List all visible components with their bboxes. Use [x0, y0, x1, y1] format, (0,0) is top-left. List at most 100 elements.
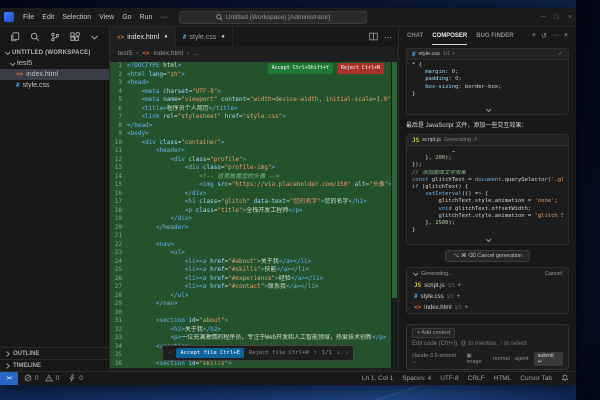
chevron-down-icon: [485, 236, 491, 242]
model-selector[interactable]: claude-3.5-sonnet ⌄: [412, 353, 462, 365]
generating-file-style-css[interactable]: #style.css1/1+: [407, 291, 568, 302]
status-html[interactable]: HTML: [494, 375, 512, 382]
command-center-search[interactable]: Untitled (Workspace) [Administrator]: [179, 11, 367, 24]
line-number: 21: [110, 232, 127, 241]
menu-view[interactable]: View: [95, 8, 118, 27]
history-icon[interactable]: ↺: [541, 32, 547, 40]
code-editor[interactable]: 1<!DOCTYPE html>2<html lang="zh">3<head>…: [110, 60, 398, 371]
breadcrumb[interactable]: test5 › <> index.html › ...: [110, 47, 398, 60]
chevron-down-icon[interactable]: [413, 271, 419, 277]
diff-badge: 1/1: [447, 294, 454, 300]
cancel-generation-button[interactable]: ⌥ ⌘ ⌫ Cancel generation: [445, 250, 530, 262]
mode-normal[interactable]: normal: [493, 356, 510, 362]
explorer-folder-test5[interactable]: test5: [0, 58, 109, 69]
panel-tab-bug-finder[interactable]: BUG FINDER: [476, 27, 513, 45]
status-spaces-4[interactable]: Spaces: 4: [402, 375, 431, 382]
accept-file-button[interactable]: Accept file Ctrl+E: [176, 348, 244, 359]
panel-tab-chat[interactable]: CHAT: [407, 27, 423, 45]
menu-go[interactable]: Go: [118, 8, 135, 27]
status-ln-1-col-1[interactable]: Ln 1, Col 1: [362, 375, 393, 382]
panel-tab-composer[interactable]: COMPOSER: [432, 27, 467, 45]
reject-diff-button[interactable]: Reject Ctrl+N: [337, 63, 384, 74]
notifications-bell-icon[interactable]: [561, 374, 569, 384]
warnings-count[interactable]: 0: [56, 375, 60, 382]
applied-check-icon: ✓: [558, 51, 563, 57]
accept-diff-button[interactable]: Accept Ctrl+Shift+Y: [268, 63, 333, 74]
file-item-index-html[interactable]: <>index.html: [0, 69, 109, 80]
down-icon[interactable]: ↓: [337, 349, 340, 358]
code-line: 8</head>: [110, 122, 398, 131]
errors-count[interactable]: 0: [35, 375, 39, 382]
submit-button[interactable]: submit ↵: [534, 352, 563, 366]
cancel-link[interactable]: Cancel: [545, 271, 562, 277]
ports-count[interactable]: 0: [79, 375, 83, 382]
new-composer-icon[interactable]: +: [532, 32, 536, 40]
code-line: 12 <div class="profile">: [110, 156, 398, 165]
attach-image-button[interactable]: ▣ image: [467, 353, 488, 365]
up-icon[interactable]: ↑: [314, 349, 317, 358]
ports-icon[interactable]: [68, 374, 76, 384]
more-icon[interactable]: ···: [552, 32, 559, 40]
mode-agent[interactable]: agent: [515, 356, 529, 362]
line-number: 30: [110, 309, 127, 318]
reject-file-button[interactable]: Reject file Ctrl+W: [249, 349, 309, 358]
breadcrumb-folder[interactable]: test5: [118, 50, 132, 57]
menu-selection[interactable]: Selection: [58, 8, 95, 27]
file-item-style-css[interactable]: #style.css: [0, 80, 109, 91]
more-actions-icon[interactable]: ⋯: [384, 33, 392, 42]
source-control-icon[interactable]: [50, 32, 60, 42]
line-number: 19: [110, 215, 127, 224]
app-logo-icon[interactable]: [4, 12, 14, 22]
minimap[interactable]: [391, 60, 398, 371]
composer-input-placeholder[interactable]: Edit code (Ctrl+I), @ to mention, ↑ to s…: [412, 341, 563, 347]
maximize-button[interactable]: □: [555, 14, 559, 21]
close-panel-icon[interactable]: ×: [564, 32, 568, 40]
remote-indicator[interactable]: ><: [0, 372, 18, 385]
explorer-root-folder[interactable]: UNTITLED (WORKSPACE): [0, 47, 109, 58]
menu-file[interactable]: File: [19, 8, 38, 27]
breadcrumb-separator: ›: [136, 50, 138, 57]
tab-style-css[interactable]: #style.css●: [176, 27, 233, 47]
expand-card-button[interactable]: [407, 235, 568, 244]
expand-card-button[interactable]: [407, 105, 568, 114]
split-editor-icon[interactable]: [369, 32, 378, 43]
status-cursor-tab[interactable]: Cursor Tab: [520, 375, 552, 382]
line-number: 20: [110, 224, 127, 233]
status-bar: >< 0 0 0 Ln 1, Col 1 Spaces: 4 UTF-8 CRLF HT…: [0, 371, 576, 385]
breadcrumb-file[interactable]: index.html: [154, 50, 184, 57]
breadcrumb-more[interactable]: ...: [193, 50, 198, 57]
status-crlf[interactable]: CRLF: [468, 375, 485, 382]
composer-input-box[interactable]: + Add context Edit code (Ctrl+I), @ to m…: [406, 324, 569, 370]
chevron-down-icon[interactable]: [90, 33, 99, 42]
css-card-header[interactable]: # style.css 1/1 + ✓: [407, 49, 568, 60]
line-number: 29: [110, 300, 127, 309]
code-line: 23 <ul>: [110, 249, 398, 258]
js-card-header[interactable]: JS script.js Generating ↺: [407, 135, 568, 146]
prev-diff-icon[interactable]: ‹: [168, 349, 171, 358]
menu-more[interactable]: ···: [156, 8, 171, 27]
next-diff-icon[interactable]: ›: [345, 349, 348, 358]
code-line: 27 <li><a href="#contact">联系我</a></li>: [110, 283, 398, 292]
line-number: 7: [110, 113, 127, 122]
status-utf-8[interactable]: UTF-8: [440, 375, 458, 382]
line-number: 4: [110, 88, 127, 97]
menu-edit[interactable]: Edit: [38, 8, 58, 27]
code-line: 31 <section id="about">: [110, 317, 398, 326]
timeline-section[interactable]: TIMELINE: [0, 359, 109, 371]
title-bar: FileEditSelectionViewGoRun··· ← → Untitl…: [0, 8, 576, 27]
outline-section[interactable]: OUTLINE: [0, 347, 109, 359]
errors-icon[interactable]: [24, 374, 32, 384]
generating-file-script-js[interactable]: JSscript.js1/1+: [407, 280, 568, 291]
tab-index-html[interactable]: <>index.html●: [110, 27, 176, 47]
extensions-icon[interactable]: [70, 32, 80, 42]
search-icon[interactable]: [30, 32, 40, 42]
menu-run[interactable]: Run: [136, 8, 157, 27]
js-code-line: …: [412, 148, 563, 155]
add-context-button[interactable]: + Add context: [412, 328, 455, 338]
generating-file-index-html[interactable]: <>index.html1/1+: [407, 302, 568, 313]
close-button[interactable]: ×: [568, 14, 572, 21]
minimize-button[interactable]: ─: [541, 14, 546, 21]
explorer-icon[interactable]: [10, 32, 20, 42]
warnings-icon[interactable]: [45, 374, 53, 384]
css-code-line: margin: 0;: [412, 69, 563, 76]
